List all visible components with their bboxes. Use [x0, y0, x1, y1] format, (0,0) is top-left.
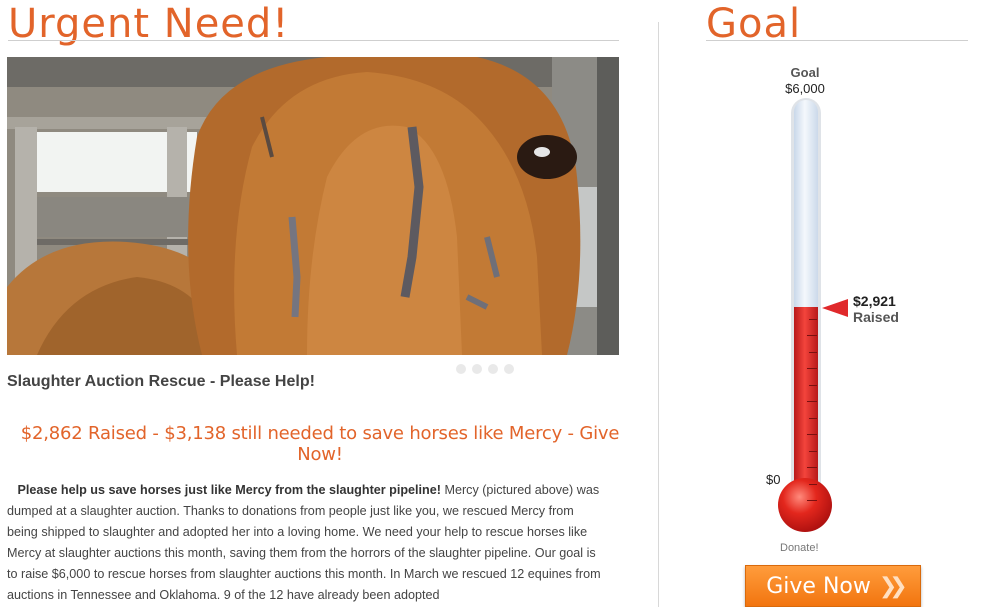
zero-label: $0: [766, 472, 781, 487]
horse-photo-image: [7, 57, 619, 355]
double-chevron-right-icon: ❯❯: [878, 573, 908, 599]
goal-label: Goal: [790, 65, 820, 80]
rescue-description-body: Mercy (pictured above) was dumped at a s…: [7, 483, 601, 602]
give-now-button[interactable]: Give Now ❯❯: [745, 565, 921, 607]
urgent-need-heading: Urgent Need!: [8, 1, 290, 47]
scale-tick: [807, 467, 817, 468]
scale-tick: [809, 351, 817, 353]
slider-dot[interactable]: [472, 364, 482, 374]
scale-tick: [807, 500, 817, 501]
slider-pagination: [456, 364, 514, 374]
goal-section: Goal Goal $6,000 $2,921 Raised $0 Donate…: [660, 0, 988, 607]
thermometer-empty: [794, 100, 818, 308]
raised-amount: $2,921: [853, 293, 896, 310]
slider-dot[interactable]: [456, 364, 466, 374]
scale-tick: [807, 401, 817, 402]
slider-dot[interactable]: [504, 364, 514, 374]
donate-label: Donate!: [780, 542, 819, 554]
raised-status-link[interactable]: $2,862 Raised - $3,138 still needed to s…: [0, 423, 640, 465]
give-now-label: Give Now: [766, 573, 871, 599]
scale-tick: [809, 417, 817, 419]
raised-label: Raised: [853, 309, 899, 326]
scale-tick: [809, 318, 817, 320]
horse-photo[interactable]: [7, 57, 619, 355]
heading-rule: [8, 40, 619, 41]
scale-tick: [809, 450, 817, 452]
rescue-subtitle: Slaughter Auction Rescue - Please Help!: [7, 373, 315, 390]
thermometer-bulb: [778, 478, 832, 532]
urgent-need-section: Urgent Need! Slaughter Auction Rescue - …: [0, 0, 640, 607]
scale-tick: [809, 483, 817, 485]
scale-tick: [807, 335, 817, 336]
goal-heading-rule: [706, 40, 968, 41]
goal-heading: Goal: [706, 1, 802, 47]
raised-marker-icon: [822, 299, 848, 318]
scale-tick: [807, 368, 817, 369]
scale-tick: [809, 384, 817, 386]
scale-tick: [807, 434, 817, 435]
column-divider: [658, 22, 659, 607]
slider-dot[interactable]: [488, 364, 498, 374]
rescue-description-lead: Please help us save horses just like Mer…: [17, 483, 441, 497]
goal-amount: $6,000: [785, 81, 825, 96]
thermometer-mercury: [794, 307, 818, 504]
rescue-description: Please help us save horses just like Mer…: [7, 480, 607, 606]
